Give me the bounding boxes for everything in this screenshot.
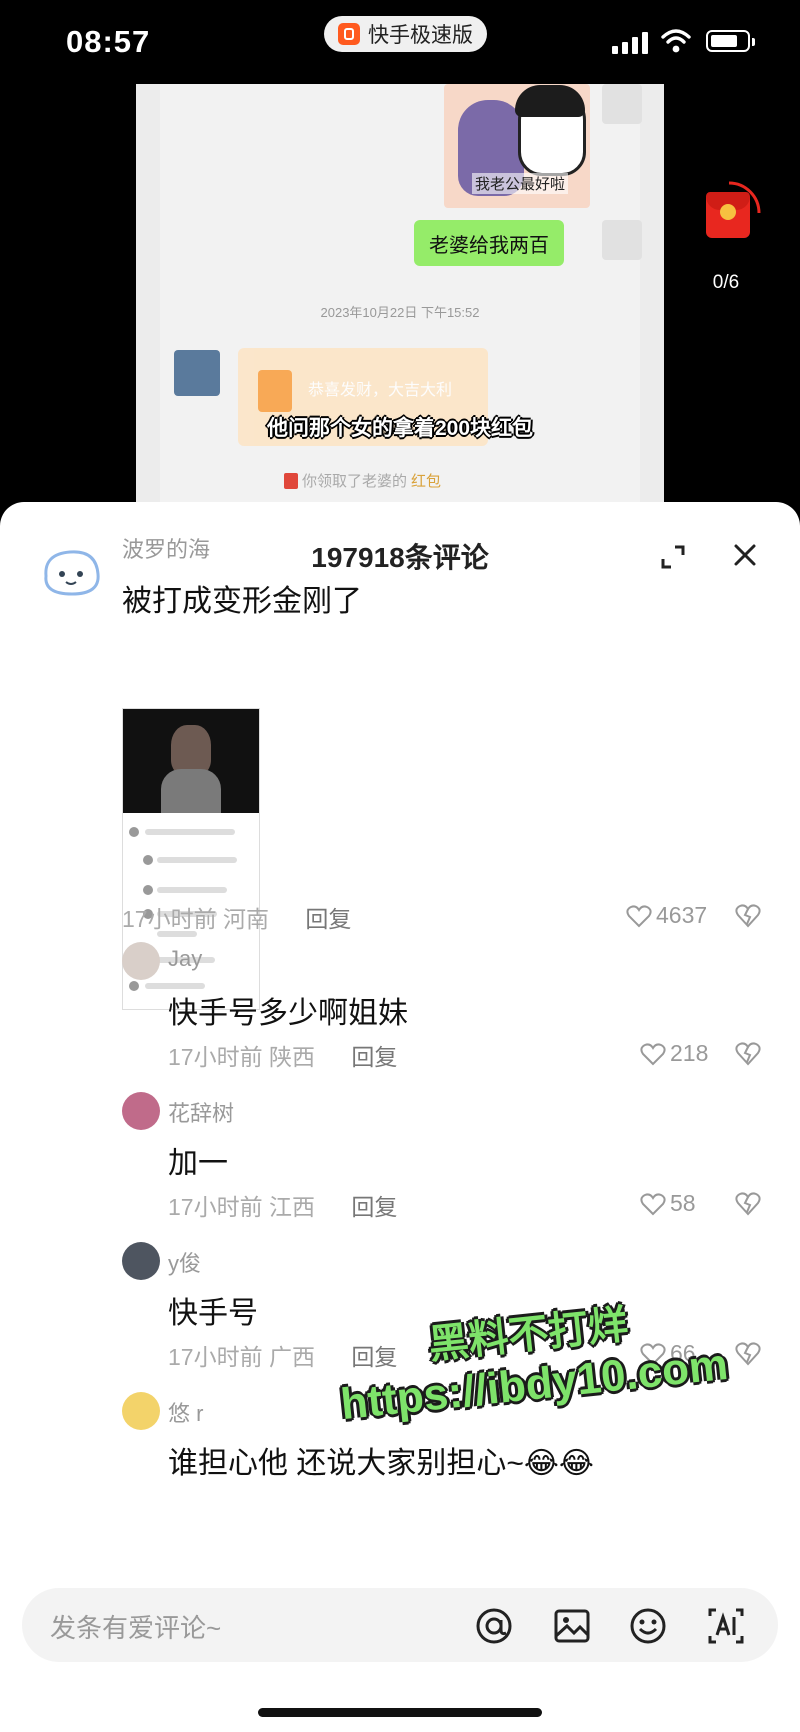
video-subtitle: 他问那个女的拿着200块红包 xyxy=(266,417,534,440)
like-count: 58 xyxy=(670,1190,696,1216)
home-indicator[interactable] xyxy=(258,1708,542,1717)
comment-username[interactable]: 悠 r xyxy=(168,1396,203,1428)
expand-icon[interactable] xyxy=(660,544,686,570)
avatar[interactable] xyxy=(36,536,106,606)
like-button[interactable]: 4637 xyxy=(626,902,707,929)
comment-text: 被打成变形金刚了 xyxy=(122,585,362,618)
avatar[interactable] xyxy=(122,942,160,980)
like-button[interactable]: 218 xyxy=(640,1040,708,1067)
comment-input-bar[interactable]: 发条有爱评论~ xyxy=(22,1588,778,1662)
avatar[interactable] xyxy=(122,1092,160,1130)
claimed-notice: 你领取了老婆的 红包 xyxy=(284,470,441,491)
comment-time: 17小时前 xyxy=(168,1344,263,1370)
ai-icon[interactable] xyxy=(706,1606,746,1646)
comment-meta: 17小时前 河南 回复 xyxy=(122,900,351,934)
like-count: 4637 xyxy=(656,902,708,928)
heart-icon xyxy=(626,904,652,927)
comment-time: 17小时前 xyxy=(168,1044,263,1070)
like-button[interactable]: 58 xyxy=(640,1190,696,1217)
comment-username[interactable]: Jay xyxy=(168,946,202,972)
avatar[interactable] xyxy=(122,1392,160,1430)
wifi-icon xyxy=(661,29,691,53)
red-packet-small-icon xyxy=(284,472,298,489)
chat-timestamp: 2023年10月22日 下午15:52 xyxy=(320,305,480,320)
dislike-icon[interactable] xyxy=(734,1040,762,1066)
clock: 08:57 xyxy=(66,24,151,59)
image-icon[interactable] xyxy=(552,1606,592,1646)
status-bar: 08:57 快手极速版 xyxy=(0,0,800,80)
comment-location: 河南 xyxy=(222,906,269,932)
red-packet-text: 恭喜发财，大吉大利 xyxy=(308,382,453,399)
red-packet-widget[interactable]: 0/6 xyxy=(696,180,764,293)
video-player[interactable]: 我老公最好啦 老婆给我两百 2023年10月22日 下午15:52 恭喜发财，大… xyxy=(136,84,664,504)
dislike-icon[interactable] xyxy=(734,902,762,928)
comment-meta: 17小时前 江西 回复 xyxy=(168,1188,397,1222)
sticker-image: 我老公最好啦 xyxy=(444,84,590,208)
comment-text: 谁担心他 还说大家别担心~😂😂 xyxy=(168,1447,594,1480)
comment-location: 广西 xyxy=(268,1344,315,1370)
chat-avatar-right xyxy=(602,220,642,260)
comment-username[interactable]: y俊 xyxy=(168,1246,201,1278)
app-pill-label: 快手极速版 xyxy=(368,24,473,47)
avatar[interactable] xyxy=(122,1242,160,1280)
chat-avatar-left xyxy=(174,350,220,396)
sticker-caption: 我老公最好啦 xyxy=(472,173,569,194)
battery-icon xyxy=(706,30,755,52)
like-count: 218 xyxy=(670,1040,709,1066)
comment-location: 江西 xyxy=(268,1194,315,1220)
comment-text: 加一 xyxy=(168,1147,228,1180)
chat-bubble-green: 老婆给我两百 xyxy=(414,220,564,266)
app-pill[interactable]: 快手极速版 xyxy=(324,16,487,52)
comment-panel: 197918条评论 波罗的海 被打成变形金刚了 17小时前 河南 回复 4637… xyxy=(0,502,800,1732)
kuaishou-logo-icon xyxy=(338,23,360,45)
red-packet-count: 0/6 xyxy=(712,272,740,293)
comment-input-placeholder[interactable]: 发条有爱评论~ xyxy=(50,1608,221,1645)
chat-avatar-right xyxy=(602,84,642,124)
comment-username[interactable]: 波罗的海 xyxy=(122,532,210,564)
reply-button[interactable]: 回复 xyxy=(351,1194,397,1220)
comment-time: 17小时前 xyxy=(168,1194,263,1220)
claimed-highlight: 红包 xyxy=(411,473,442,490)
at-mention-icon[interactable] xyxy=(474,1606,514,1646)
comment-username[interactable]: 花辞树 xyxy=(168,1096,234,1128)
close-icon[interactable] xyxy=(732,542,758,568)
heart-icon xyxy=(640,1192,666,1215)
reply-button[interactable]: 回复 xyxy=(305,906,351,932)
comment-meta: 17小时前 陕西 回复 xyxy=(168,1038,397,1072)
signal-icon xyxy=(612,32,650,54)
dislike-icon[interactable] xyxy=(734,1190,762,1216)
red-packet-icon xyxy=(258,370,292,412)
red-envelope-icon xyxy=(706,192,750,238)
comment-location: 陕西 xyxy=(268,1044,315,1070)
reply-button[interactable]: 回复 xyxy=(351,1344,397,1370)
claimed-text: 你领取了老婆的 xyxy=(302,473,408,490)
heart-icon xyxy=(640,1042,666,1065)
reply-button[interactable]: 回复 xyxy=(351,1044,397,1070)
comment-text: 快手号 xyxy=(168,1297,258,1330)
comment-meta: 17小时前 广西 回复 xyxy=(168,1338,397,1372)
emoji-icon[interactable] xyxy=(628,1606,668,1646)
comment-text: 快手号多少啊姐妹 xyxy=(168,997,408,1030)
dislike-icon[interactable] xyxy=(734,1340,762,1366)
comment-time: 17小时前 xyxy=(122,906,217,932)
